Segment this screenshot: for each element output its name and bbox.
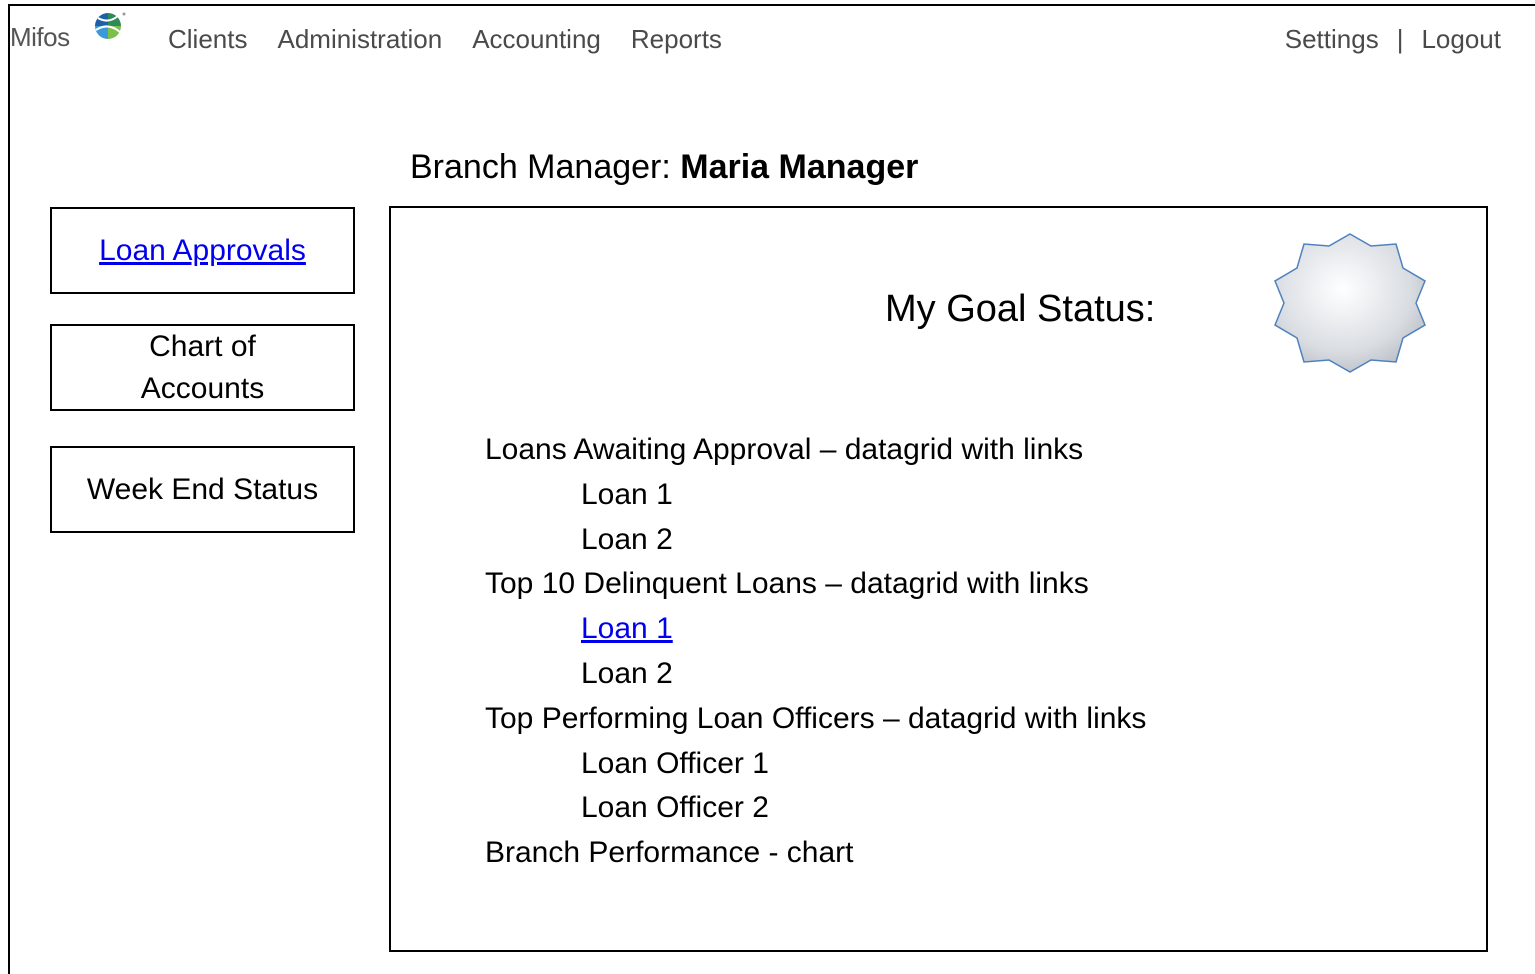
globe-icon <box>95 12 126 39</box>
settings-link[interactable]: Settings <box>1285 24 1379 55</box>
dashboard-panel: My Goal Status: Loans Awaiting Approval … <box>389 206 1488 952</box>
loan-approvals-link[interactable]: Loan Approvals <box>99 230 306 272</box>
section-title: Top Performing Loan Officers – datagrid … <box>485 701 1147 735</box>
list-item: Loan 1 <box>581 477 673 511</box>
nav-accounting[interactable]: Accounting <box>472 24 601 55</box>
nav-reports[interactable]: Reports <box>631 24 722 55</box>
sidebar-item-label: Chart of Accounts <box>140 329 265 405</box>
nav-clients[interactable]: Clients <box>168 24 247 55</box>
list-item: Loan 2 <box>581 522 673 556</box>
section-title: Branch Performance - chart <box>485 836 854 870</box>
delinquent-loan-link[interactable]: Loan 1 <box>581 612 673 645</box>
sidebar-item-label: Week End Status <box>86 472 319 506</box>
sidebar-item-chart-of-accounts[interactable]: Chart of Accounts <box>50 324 355 411</box>
logo-text: Mifos <box>10 22 70 52</box>
nav-administration[interactable]: Administration <box>277 24 442 55</box>
sidebar-item-loan-approvals[interactable]: Loan Approvals <box>50 207 355 294</box>
sidebar-item-week-end-status[interactable]: Week End Status <box>50 446 355 533</box>
list-item: Loan 1 <box>485 607 1146 652</box>
list-item: Loan Officer 2 <box>581 791 769 825</box>
list-item: Loan 2 <box>581 656 673 690</box>
goal-status-title: My Goal Status: <box>885 288 1156 330</box>
user-links: Settings | Logout <box>1285 24 1501 55</box>
top-navigation: Clients Administration Accounting Report… <box>168 24 722 55</box>
manager-name: Maria Manager <box>680 148 919 186</box>
dashboard-content: Loans Awaiting Approval – datagrid with … <box>485 428 1146 876</box>
page-title: Branch Manager: Maria Manager <box>410 148 918 187</box>
section-title: Loans Awaiting Approval – datagrid with … <box>485 433 1084 466</box>
goal-badge-icon <box>1274 233 1426 373</box>
link-separator: | <box>1396 24 1404 54</box>
list-item: Loan Officer 1 <box>581 746 769 780</box>
section-title: Top 10 Delinquent Loans – datagrid with … <box>485 567 1089 601</box>
logout-link[interactable]: Logout <box>1421 24 1501 55</box>
role-label: Branch Manager: <box>410 148 681 186</box>
